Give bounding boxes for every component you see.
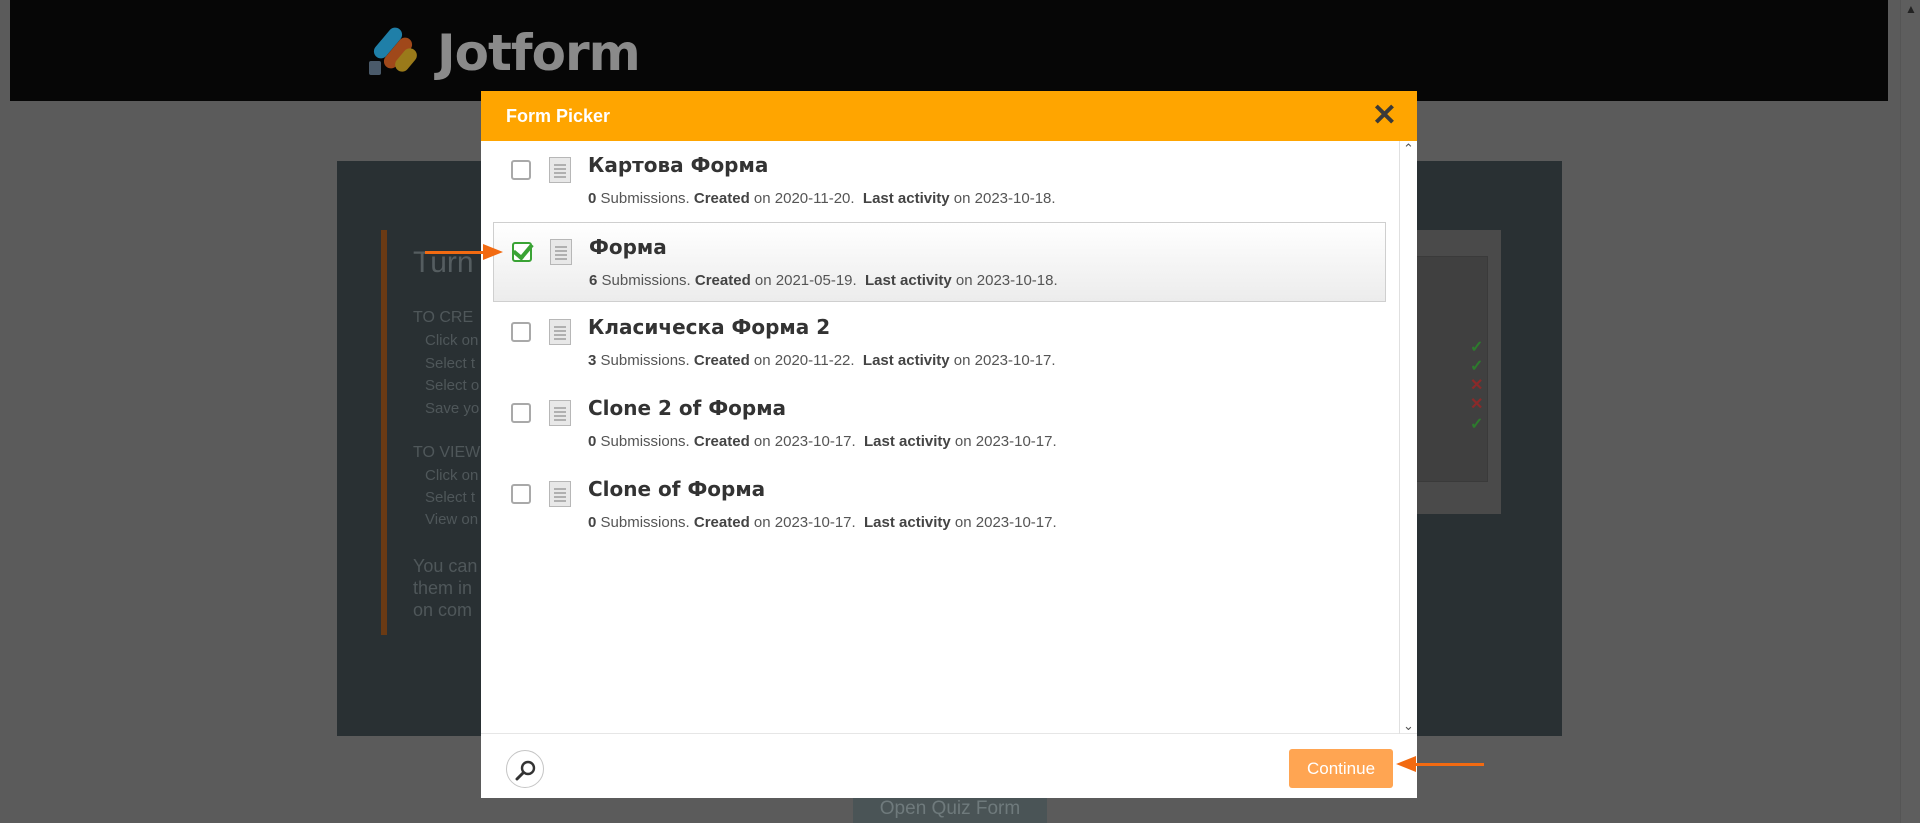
- form-title: Clone 2 of Форма: [588, 396, 787, 420]
- background-section-title: TO VIEW: [413, 444, 481, 461]
- background-step: Select t: [425, 489, 476, 506]
- cross-icon: ✕: [1470, 396, 1484, 413]
- chevron-down-icon[interactable]: ⌄: [1403, 718, 1414, 734]
- background-step: Select o: [425, 377, 480, 394]
- check-icon: ✓: [1470, 358, 1484, 375]
- form-list-scrollbar[interactable]: ⌃ ⌄: [1399, 141, 1417, 734]
- background-accent-bar: [381, 230, 387, 635]
- background-step: Click on: [425, 467, 479, 484]
- form-list-item[interactable]: Clone 2 of Форма 0 Submissions. Created …: [493, 384, 1386, 464]
- form-list-item[interactable]: Класическа Форма 2 3 Submissions. Create…: [493, 303, 1386, 383]
- form-meta: 0 Submissions. Created on 2020-11-20. La…: [588, 190, 1056, 207]
- open-quiz-form-button[interactable]: Open Quiz Form: [853, 795, 1047, 823]
- dialog-header: Form Picker ✕: [481, 91, 1417, 141]
- dialog-title: Form Picker: [506, 105, 611, 126]
- document-icon: [549, 157, 571, 183]
- form-meta: 0 Submissions. Created on 2023-10-17. La…: [588, 433, 1057, 450]
- annotation-arrow: [1414, 763, 1484, 766]
- form-checkbox[interactable]: [511, 403, 531, 423]
- search-icon: [515, 760, 536, 781]
- document-icon: [549, 481, 571, 507]
- brand-name: Jotform: [437, 24, 641, 82]
- search-button[interactable]: [506, 750, 544, 788]
- background-step: View on: [425, 511, 479, 528]
- page-scrollbar[interactable]: ▲: [1900, 0, 1920, 823]
- form-list[interactable]: Картова Форма 0 Submissions. Created on …: [481, 141, 1417, 734]
- check-icon: ✓: [1470, 416, 1484, 433]
- form-list-item[interactable]: Картова Форма 0 Submissions. Created on …: [493, 141, 1386, 221]
- form-checkbox-checked[interactable]: [512, 242, 532, 262]
- form-checkbox[interactable]: [511, 484, 531, 504]
- form-title: Clone of Форма: [588, 477, 766, 501]
- jotform-logo-icon: [367, 24, 420, 79]
- document-icon: [550, 239, 572, 265]
- document-icon: [549, 400, 571, 426]
- top-navbar: Jotform: [10, 0, 1888, 101]
- background-paragraph: them in: [413, 578, 473, 598]
- background-paragraph: You can: [413, 556, 478, 576]
- form-checkbox[interactable]: [511, 322, 531, 342]
- form-meta: 6 Submissions. Created on 2021-05-19. La…: [589, 272, 1058, 289]
- form-title: Форма: [589, 235, 667, 259]
- background-section-title: TO CRE: [413, 309, 474, 326]
- form-meta: 3 Submissions. Created on 2020-11-22. La…: [588, 352, 1056, 369]
- form-meta: 0 Submissions. Created on 2023-10-17. La…: [588, 514, 1057, 531]
- background-step: Select t: [425, 355, 476, 372]
- close-icon[interactable]: ✕: [1372, 101, 1397, 131]
- form-checkbox[interactable]: [511, 160, 531, 180]
- jotform-logo[interactable]: Jotform: [367, 24, 641, 82]
- cross-icon: ✕: [1470, 377, 1484, 394]
- form-list-item-selected[interactable]: Форма 6 Submissions. Created on 2021-05-…: [493, 222, 1386, 302]
- form-title: Картова Форма: [588, 153, 769, 177]
- document-icon: [549, 319, 571, 345]
- scroll-up-icon[interactable]: ▲: [1905, 2, 1917, 16]
- form-list-item[interactable]: Clone of Форма 0 Submissions. Created on…: [493, 465, 1386, 545]
- annotation-arrowhead-icon: [483, 244, 503, 260]
- background-step: Save yo: [425, 400, 480, 417]
- dialog-footer: Continue: [481, 735, 1417, 798]
- chevron-up-icon[interactable]: ⌃: [1403, 141, 1414, 157]
- annotation-arrow: [425, 251, 485, 254]
- continue-button[interactable]: Continue: [1289, 749, 1393, 788]
- background-step: Click on: [425, 332, 479, 349]
- background-paragraph: on com: [413, 600, 473, 620]
- form-title: Класическа Форма 2: [588, 315, 831, 339]
- form-picker-dialog: Form Picker ✕ Картова Форма 0 Submission…: [481, 91, 1417, 798]
- annotation-arrowhead-icon: [1396, 756, 1416, 772]
- check-icon: ✓: [1470, 339, 1484, 356]
